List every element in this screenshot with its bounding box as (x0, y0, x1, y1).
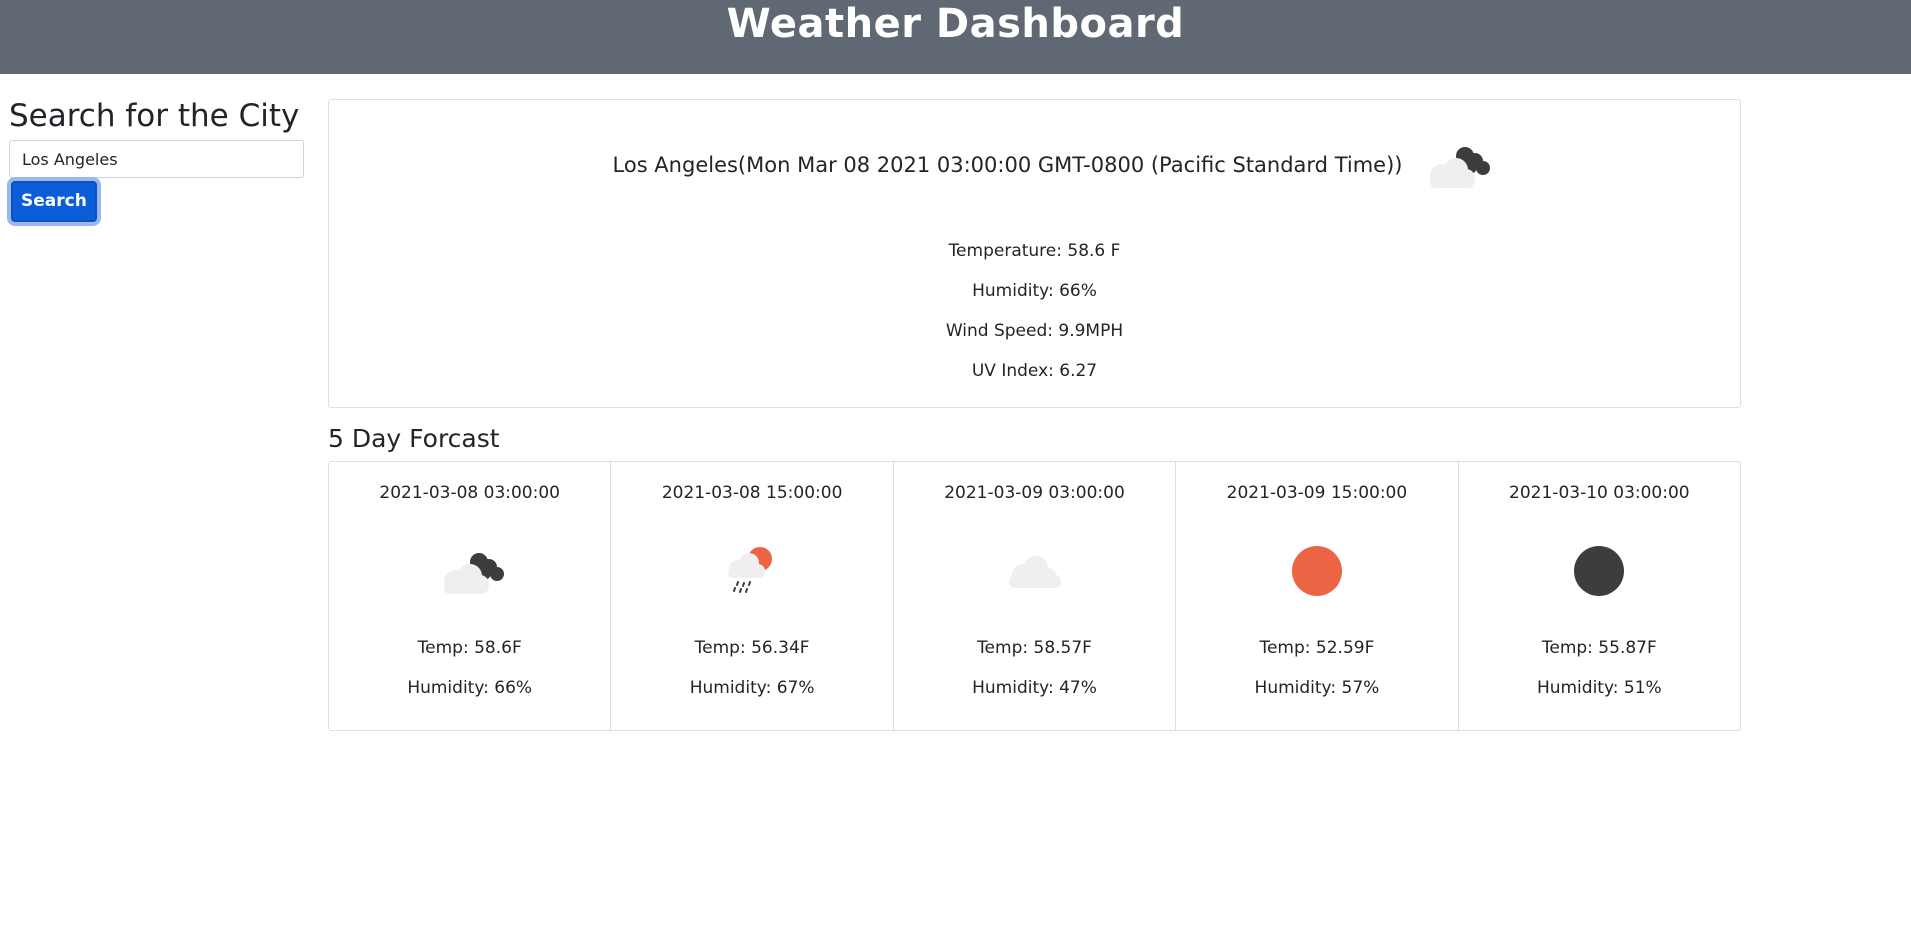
forecast-date: 2021-03-08 15:00:00 (661, 483, 843, 503)
forecast-day-card: 2021-03-08 15:00:00 Temp: 56.34F Humidit… (611, 462, 894, 730)
forecast-humidity: Humidity: 57% (1254, 678, 1380, 698)
forecast-date: 2021-03-09 15:00:00 (1226, 483, 1408, 503)
broken-clouds-icon (1420, 140, 1492, 194)
forecast-day-card: 2021-03-09 03:00:00 Temp: 58.57F Humidit… (894, 462, 1177, 730)
forecast-temp: Temp: 52.59F (1259, 638, 1375, 658)
page-title: Weather Dashboard (726, 1, 1185, 47)
current-uv-index: UV Index: 6.27 (971, 361, 1098, 381)
forecast-date: 2021-03-10 03:00:00 (1509, 483, 1690, 503)
forecast-date: 2021-03-09 03:00:00 (944, 483, 1125, 503)
search-button[interactable]: Search (11, 181, 97, 222)
forecast-temp: Temp: 56.34F (694, 638, 810, 658)
sun-icon (1176, 540, 1457, 602)
forecast-temp: Temp: 55.87F (1541, 638, 1657, 658)
page-header: Weather Dashboard (0, 0, 1911, 74)
search-heading: Search for the City (9, 98, 300, 134)
current-weather-card: Los Angeles(Mon Mar 08 2021 03:00:00 GMT… (328, 99, 1741, 408)
forecast-temp: Temp: 58.57F (977, 638, 1092, 658)
current-humidity: Humidity: 66% (972, 281, 1097, 301)
rain-sun-icon (611, 540, 892, 602)
forecast-temp: Temp: 58.6F (417, 638, 522, 658)
broken-clouds-icon (329, 540, 610, 602)
forecast-day-card: 2021-03-08 03:00:00 Temp: 58.6F Humidity… (329, 462, 612, 730)
forecast-day-card: 2021-03-09 15:00:00 Temp: 52.59F Humidit… (1176, 462, 1459, 730)
forecast-humidity: Humidity: 67% (689, 678, 815, 698)
forecast-humidity: Humidity: 66% (407, 678, 533, 698)
forecast-day-card: 2021-03-10 03:00:00 Temp: 55.87F Humidit… (1459, 462, 1740, 730)
forecast-row: 2021-03-08 03:00:00 Temp: 58.6F Humidity… (328, 461, 1741, 731)
current-weather-stats: Temperature: 58.6 F Humidity: 66% Wind S… (329, 231, 1740, 391)
city-search-input[interactable] (9, 140, 304, 178)
current-wind-speed: Wind Speed: 9.9MPH (945, 321, 1124, 341)
current-weather-title: Los Angeles(Mon Mar 08 2021 03:00:00 GMT… (329, 140, 1740, 190)
search-panel: Search for the City Search (9, 96, 305, 222)
moon-icon (1459, 540, 1740, 602)
city-date-heading: Los Angeles(Mon Mar 08 2021 03:00:00 GMT… (612, 153, 1403, 177)
forecast-humidity: Humidity: 47% (972, 678, 1097, 698)
forecast-heading: 5 Day Forcast (328, 424, 500, 453)
cloud-icon (894, 540, 1175, 602)
forecast-date: 2021-03-08 03:00:00 (379, 483, 560, 503)
forecast-humidity: Humidity: 51% (1536, 678, 1662, 698)
current-temperature: Temperature: 58.6 F (948, 241, 1121, 261)
